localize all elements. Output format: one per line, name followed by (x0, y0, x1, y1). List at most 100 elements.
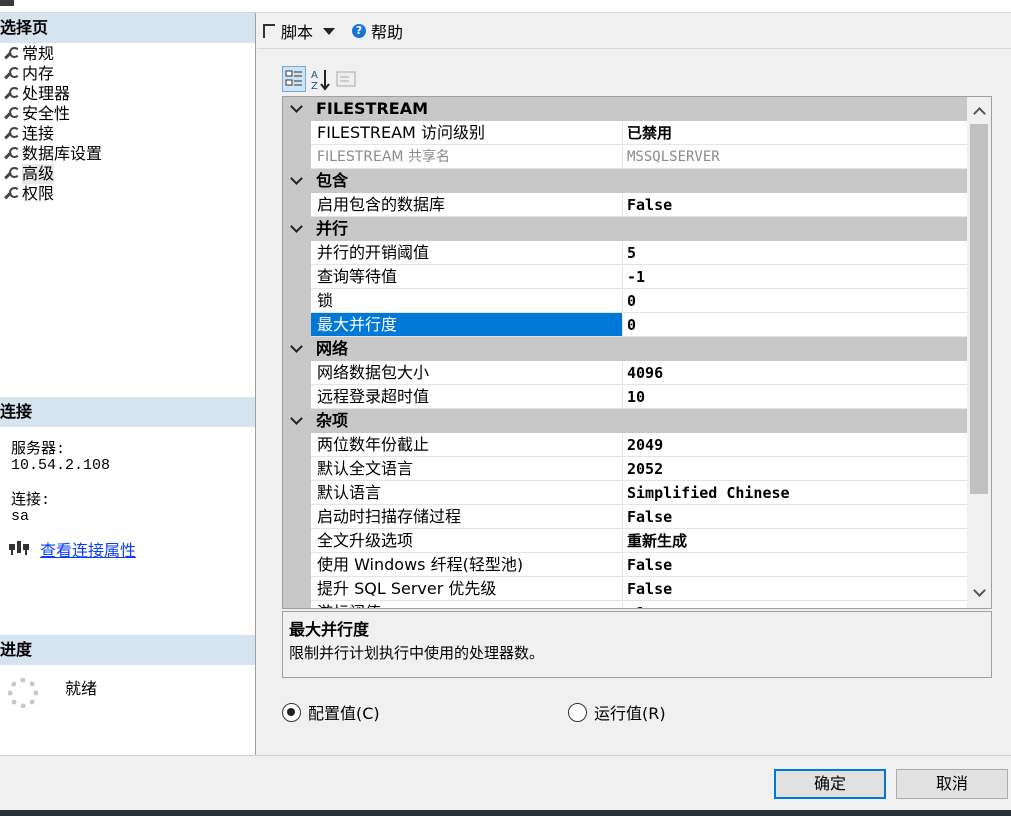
category-row[interactable]: 并行 (283, 217, 967, 241)
property-row[interactable]: 查询等待值 -1 (283, 265, 967, 289)
category-row[interactable]: 包含 (283, 169, 967, 193)
collapse-chevron-icon[interactable] (289, 172, 305, 188)
property-row[interactable]: 提升 SQL Server 优先级 False (283, 577, 967, 601)
property-row[interactable]: 启用包含的数据库 False (283, 193, 967, 217)
ok-button[interactable]: 确定 (774, 769, 886, 799)
property-row[interactable]: 最大并行度 0 (283, 313, 967, 337)
scroll-down-icon[interactable] (971, 585, 987, 601)
category-row[interactable]: FILESTREAM (283, 97, 967, 121)
property-value[interactable]: 5 (623, 241, 967, 265)
page-item[interactable]: 高级 (0, 164, 255, 184)
page-item[interactable]: 权限 (0, 184, 255, 204)
svg-text:Z: Z (311, 81, 318, 91)
script-button[interactable]: 脚本 (263, 19, 345, 43)
property-name[interactable]: 默认全文语言 (311, 457, 623, 481)
property-value[interactable]: MSSQLSERVER (623, 145, 967, 169)
scroll-thumb[interactable] (970, 124, 988, 494)
property-value[interactable]: 已禁用 (623, 121, 967, 145)
property-name[interactable]: FILESTREAM 访问级别 (311, 121, 623, 145)
category-name: 网络 (316, 339, 349, 358)
property-value[interactable]: -1 (623, 601, 967, 608)
property-row[interactable]: 游标阈值-1 (283, 601, 967, 608)
property-value[interactable]: False (623, 577, 967, 601)
scroll-up-icon[interactable] (971, 104, 987, 120)
page-item[interactable]: 内存 (0, 64, 255, 84)
property-row[interactable]: 启动时扫描存储过程 False (283, 505, 967, 529)
property-value[interactable]: 2052 (623, 457, 967, 481)
property-name[interactable]: 并行的开销阈值 (311, 241, 623, 265)
row-gutter (283, 577, 311, 601)
category-name: 杂项 (316, 411, 349, 430)
config-value-radio[interactable]: 配置值(C) (282, 700, 380, 724)
property-value[interactable]: 2049 (623, 433, 967, 457)
page-list: 常规 内存 处理器 安全性 连接 数据库设置 高级 权限 (0, 44, 255, 204)
page-item[interactable]: 连接 (0, 124, 255, 144)
categorized-view-button[interactable] (282, 66, 306, 92)
property-row[interactable]: FILESTREAM 共享名 MSSQLSERVER (283, 145, 967, 169)
cancel-button[interactable]: 取消 (896, 769, 1008, 799)
property-value[interactable]: False (623, 505, 967, 529)
running-value-radio[interactable]: 运行值(R) (568, 700, 666, 724)
radio-circle-running[interactable] (568, 702, 587, 722)
config-value-label: 配置值(C) (308, 704, 380, 723)
property-name[interactable]: 远程登录超时值 (311, 385, 623, 409)
property-row[interactable]: 网络数据包大小 4096 (283, 361, 967, 385)
property-name[interactable]: 最大并行度 (311, 313, 623, 337)
property-pages-button[interactable] (334, 66, 358, 92)
row-gutter (283, 553, 311, 577)
collapse-chevron-icon[interactable] (289, 412, 305, 428)
property-row[interactable]: FILESTREAM 访问级别 已禁用 (283, 121, 967, 145)
collapse-chevron-icon[interactable] (289, 220, 305, 236)
property-value[interactable]: 重新生成 (623, 529, 967, 553)
vertical-scrollbar[interactable] (967, 97, 991, 608)
property-value[interactable]: Simplified Chinese (623, 481, 967, 505)
page-item[interactable]: 安全性 (0, 104, 255, 124)
property-value[interactable]: 4096 (623, 361, 967, 385)
property-value[interactable]: -1 (623, 265, 967, 289)
alphabetical-sort-button[interactable]: A Z (308, 66, 332, 92)
help-button[interactable]: ? 帮助 (352, 19, 403, 43)
property-name[interactable]: FILESTREAM 共享名 (311, 145, 623, 169)
property-row[interactable]: 默认全文语言 2052 (283, 457, 967, 481)
property-name[interactable]: 全文升级选项 (311, 529, 623, 553)
property-value[interactable]: 10 (623, 385, 967, 409)
property-value[interactable]: False (623, 193, 967, 217)
category-row[interactable]: 网络 (283, 337, 967, 361)
property-name[interactable]: 游标阈值 (311, 601, 623, 608)
collapse-chevron-icon[interactable] (289, 100, 305, 116)
page-item[interactable]: 数据库设置 (0, 144, 255, 164)
property-row[interactable]: 两位数年份截止 2049 (283, 433, 967, 457)
property-value[interactable]: 0 (623, 289, 967, 313)
category-name: FILESTREAM (316, 99, 428, 118)
property-name[interactable]: 两位数年份截止 (311, 433, 623, 457)
page-item[interactable]: 处理器 (0, 84, 255, 104)
progress-status: 就绪 (65, 679, 98, 698)
property-row[interactable]: 全文升级选项 重新生成 (283, 529, 967, 553)
page-item[interactable]: 常规 (0, 44, 255, 64)
collapse-chevron-icon[interactable] (289, 340, 305, 356)
radio-circle-config[interactable] (282, 702, 301, 722)
property-name[interactable]: 默认语言 (311, 481, 623, 505)
category-name: 并行 (316, 219, 349, 238)
wrench-icon (2, 186, 20, 202)
row-gutter (283, 433, 311, 457)
property-name[interactable]: 启用包含的数据库 (311, 193, 623, 217)
property-name[interactable]: 锁 (311, 289, 623, 313)
property-name[interactable]: 查询等待值 (311, 265, 623, 289)
property-name[interactable]: 网络数据包大小 (311, 361, 623, 385)
help-label: 帮助 (371, 23, 404, 42)
property-row[interactable]: 并行的开销阈值 5 (283, 241, 967, 265)
chevron-down-icon[interactable] (323, 27, 336, 35)
property-name[interactable]: 提升 SQL Server 优先级 (311, 577, 623, 601)
property-value[interactable]: False (623, 553, 967, 577)
property-row[interactable]: 使用 Windows 纤程(轻型池) False (283, 553, 967, 577)
property-row[interactable]: 默认语言 Simplified Chinese (283, 481, 967, 505)
property-value[interactable]: 0 (623, 313, 967, 337)
property-name[interactable]: 使用 Windows 纤程(轻型池) (311, 553, 623, 577)
property-row[interactable]: 远程登录超时值 10 (283, 385, 967, 409)
page-item-label: 安全性 (22, 104, 71, 123)
view-connection-properties-link[interactable]: 查看连接属性 (40, 537, 136, 561)
property-row[interactable]: 锁0 (283, 289, 967, 313)
property-name[interactable]: 启动时扫描存储过程 (311, 505, 623, 529)
category-row[interactable]: 杂项 (283, 409, 967, 433)
